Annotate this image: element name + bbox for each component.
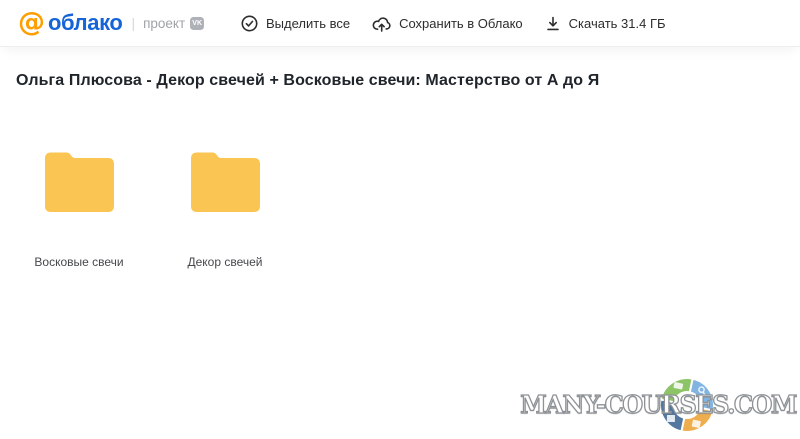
- header-actions: Выделить все Сохранить в Облако: [241, 0, 666, 47]
- save-to-cloud-label: Сохранить в Облако: [399, 17, 523, 30]
- brand-name: облако: [48, 12, 122, 34]
- download-button[interactable]: Скачать 31.4 ГБ: [545, 16, 666, 32]
- top-bar: @ облако | проект VK Выделить все: [0, 0, 800, 47]
- folder-name: Декор свечей: [187, 255, 262, 269]
- mailru-at-icon: @: [18, 9, 45, 36]
- logo-divider: |: [131, 15, 135, 31]
- download-icon: [545, 16, 561, 32]
- cloud-logo[interactable]: @ облако | проект VK: [0, 11, 204, 36]
- select-all-label: Выделить все: [266, 17, 350, 30]
- vk-badge-icon: VK: [190, 17, 204, 30]
- check-circle-icon: [241, 15, 258, 32]
- select-all-button[interactable]: Выделить все: [241, 15, 350, 32]
- page-title: Ольга Плюсова - Декор свечей + Восковые …: [16, 72, 599, 90]
- project-label: проект: [143, 16, 185, 31]
- cloud-share-page: @ облако | проект VK Выделить все: [0, 0, 800, 439]
- folder-grid: Восковые свечи Декор свечей: [6, 147, 298, 269]
- watermark-text: MANY-COURSES.COM: [520, 390, 796, 419]
- folder-icon: [45, 147, 114, 217]
- folder-item-dekor-svechey[interactable]: Декор свечей: [152, 147, 298, 269]
- save-to-cloud-button[interactable]: Сохранить в Облако: [372, 15, 523, 32]
- download-label: Скачать 31.4 ГБ: [569, 17, 666, 30]
- cloud-upload-icon: [372, 15, 391, 32]
- folder-icon: [191, 147, 260, 217]
- folder-item-voskovye-svechi[interactable]: Восковые свечи: [6, 147, 152, 269]
- folder-name: Восковые свечи: [34, 255, 123, 269]
